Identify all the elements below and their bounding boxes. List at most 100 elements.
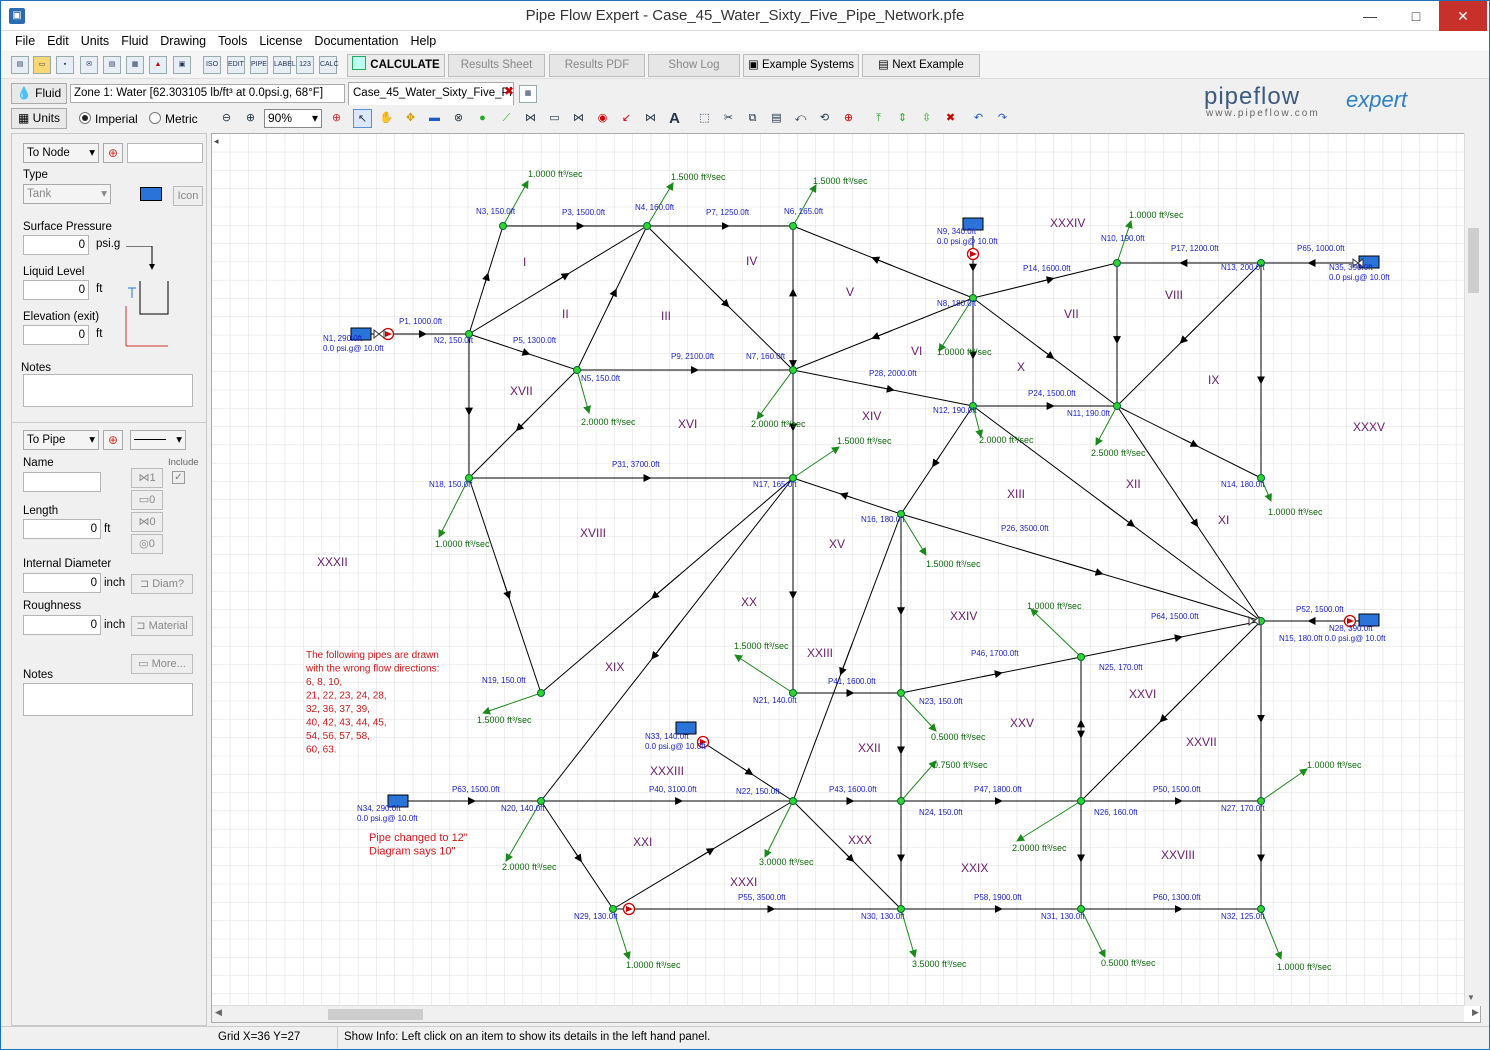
move-icon[interactable]: ✥ [401,109,420,128]
diameter-button[interactable]: ⊐ Diam? [131,574,193,594]
include-checkbox[interactable]: ✓ [172,471,185,484]
close-button[interactable]: ✕ [1439,1,1487,31]
show-log-button[interactable]: Show Log [648,54,740,77]
zone-select[interactable]: Zone 1: Water [62.303105 lb/ft³ at 0.0ps… [70,84,345,103]
redo-icon[interactable]: ↷ [993,109,1012,128]
copy-icon[interactable]: ⧉ [743,109,762,128]
align-top-icon[interactable]: ⤒ [869,109,888,128]
roughness-input[interactable]: 0 [23,615,101,635]
menu-tools[interactable]: Tools [212,31,253,51]
minimize-button[interactable]: — [1347,1,1393,31]
save-icon[interactable]: ▪ [56,56,74,74]
pan-hand-icon[interactable]: ✋ [377,109,396,128]
menu-file[interactable]: File [9,31,41,51]
liquid-level-input[interactable]: 0 [23,280,89,300]
rotate-icon[interactable]: ⟲ [815,109,834,128]
vertical-scroll-thumb[interactable] [1468,228,1479,293]
pipe-tool-icon[interactable]: ⟋ [497,109,516,128]
pdf-icon[interactable]: ▲ [149,56,167,74]
valve-count-button[interactable]: ⋈0 [131,512,163,532]
email-icon[interactable]: ✉ [80,56,98,74]
example-systems-button[interactable]: ▣ Example Systems [743,54,859,77]
pipe-target-icon[interactable]: ⊕ [103,430,123,450]
scroll-left-icon[interactable]: ◀ [215,1007,222,1018]
print-icon[interactable]: ▦ [126,56,144,74]
horizontal-scroll-thumb[interactable] [328,1009,423,1020]
results-sheet-button[interactable]: Results Sheet [448,54,545,77]
next-example-button[interactable]: ▤ Next Example [862,54,980,77]
print-preview-icon[interactable]: ▤ [103,56,121,74]
vertical-scrollbar[interactable]: ▼ [1464,133,1481,1006]
demand-tool-icon[interactable]: ⊗ [449,109,468,128]
fitting-count-button[interactable]: ⋈1 [131,468,163,488]
tab-close-icon[interactable]: ✖ [504,84,514,98]
fitting-tool-icon[interactable]: ⋈ [521,109,540,128]
menu-documentation[interactable]: Documentation [308,31,404,51]
edit-icon[interactable]: EDIT [227,56,245,74]
menu-fluid[interactable]: Fluid [115,31,154,51]
length-input[interactable]: 0 [23,519,101,539]
menu-drawing[interactable]: Drawing [154,31,212,51]
node-target-icon[interactable]: ⊕ [103,143,123,163]
node-notes-textarea[interactable] [23,374,193,407]
type-select[interactable]: Tank ▾ [23,184,111,204]
scroll-right-icon[interactable]: ▶ [1472,1007,1479,1018]
calculate-button[interactable]: CALCULATE [347,54,445,77]
pipe-network-diagram[interactable]: N1, 290.0ft0.0 psi.g@ 10.0ftN2, 150.0ftN… [212,134,1464,1006]
line-tool-icon[interactable]: ↙ [617,109,636,128]
image-export-icon[interactable]: ▣ [173,56,191,74]
node-name-input[interactable] [127,143,203,163]
cut-icon[interactable]: ✂ [719,109,738,128]
zoom-out-icon[interactable]: ⊖ [217,109,236,128]
pipe-icon[interactable]: PIPE [250,56,268,74]
drawing-canvas[interactable]: N1, 290.0ft 0.0 psi.g@ 10.0ft N2, 150.0ft N… [211,133,1481,1023]
new-tab-icon[interactable]: ▦ [519,85,537,103]
material-button[interactable]: ⊐ Material [131,616,193,636]
metric-radio[interactable] [149,112,161,124]
menu-units[interactable]: Units [75,31,115,51]
numbers-icon[interactable]: 123 [296,56,314,74]
imperial-radio[interactable] [79,112,91,124]
flip-icon[interactable]: ⤺ [791,109,810,128]
calc-icon[interactable]: CALC [319,56,339,74]
zoom-select[interactable]: 90% ▾ [264,109,322,128]
horizontal-scrollbar[interactable]: ◀ ▶ [212,1005,1479,1022]
pipe-name-input[interactable] [23,472,101,492]
target-icon[interactable]: ⊕ [327,109,346,128]
menu-license[interactable]: License [253,31,308,51]
pipe-selector[interactable]: To Pipe ▾ [23,430,99,450]
component-count-button[interactable]: ▭0 [131,490,163,510]
menu-help[interactable]: Help [405,31,443,51]
surface-pressure-input[interactable]: 0 [23,235,89,255]
label-icon[interactable]: LABEL [273,56,296,74]
pump-tool-icon[interactable]: ◉ [593,109,612,128]
node-selector[interactable]: To Node ▾ [23,143,99,163]
open-folder-icon[interactable]: ▭ [33,56,51,74]
component-tool-icon[interactable]: ▭ [545,109,564,128]
iso-icon[interactable]: ISO [203,56,221,74]
text-tool-icon[interactable]: A [665,109,684,128]
distribute-icon[interactable]: ⇳ [917,109,936,128]
delete-icon[interactable]: ✖ [941,109,960,128]
new-file-icon[interactable]: ▤ [11,56,29,74]
fluid-button[interactable]: 💧 Fluid [11,83,67,104]
pointer-icon[interactable]: ↖ [353,109,372,128]
zoom-in-icon[interactable]: ⊕ [241,109,260,128]
scroll-down-icon[interactable]: ▼ [1467,993,1475,1002]
icon-button[interactable]: Icon [173,186,203,206]
diameter-input[interactable]: 0 [23,573,101,593]
more-button[interactable]: ▭ More... [131,654,193,674]
tank-tool-icon[interactable]: ▬ [425,109,444,128]
pipe-notes-textarea[interactable] [23,683,193,716]
paste-icon[interactable]: ▤ [767,109,786,128]
results-pdf-button[interactable]: Results PDF [549,54,645,77]
select-rect-icon[interactable]: ⬚ [695,109,714,128]
node-tool-icon[interactable]: ● [473,109,492,128]
valve-tool-icon[interactable]: ⋈ [569,109,588,128]
fill-tool-icon[interactable]: ⋈ [641,109,660,128]
units-button[interactable]: ▦ Units [11,108,67,129]
pump-count-button[interactable]: ◎0 [131,534,163,554]
align-middle-icon[interactable]: ⇕ [893,109,912,128]
zoom-fit-icon[interactable]: ⊕ [839,109,858,128]
collapse-panel-icon[interactable]: ◂ [214,136,224,150]
